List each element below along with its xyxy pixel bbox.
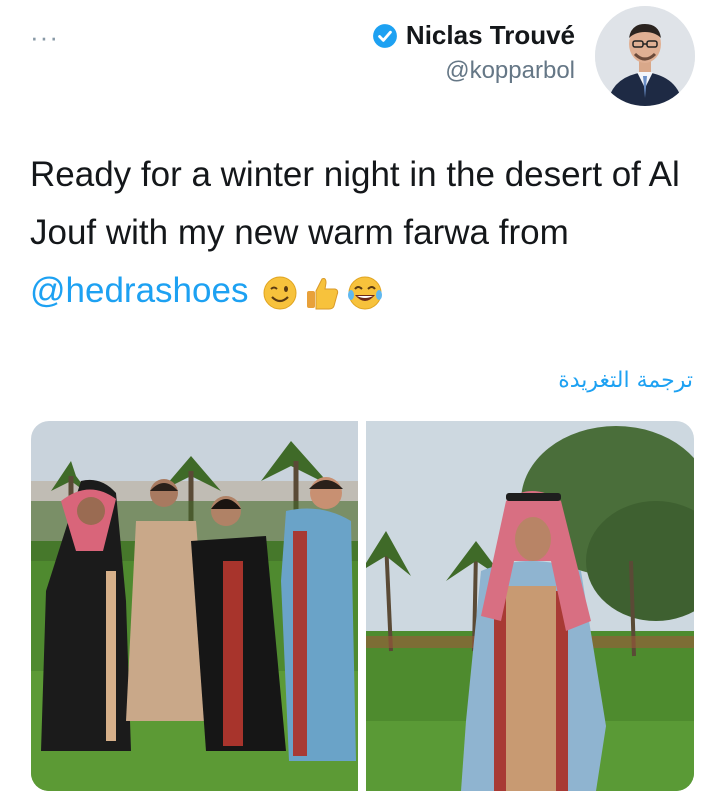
more-options-icon[interactable]: ··· (30, 22, 59, 53)
tweet-text: Ready for a winter night in the desert o… (30, 146, 680, 320)
group-photo-desert-palms-icon (31, 421, 358, 791)
author-display-name[interactable]: Niclas Trouvé (406, 20, 575, 51)
verified-badge-icon (373, 23, 397, 48)
face-with-tears-of-joy-icon (348, 276, 383, 310)
tweet-photo-2[interactable] (366, 421, 694, 791)
mention-link[interactable]: @hedrashoes (30, 271, 248, 310)
author-name-row: Niclas Trouvé (372, 20, 575, 51)
tweet-photo-1[interactable] (31, 421, 358, 791)
translate-tweet-link[interactable]: ترجمة التغريدة (558, 368, 693, 393)
author-block[interactable]: Niclas Trouvé @kopparbol (372, 20, 575, 85)
avatar[interactable] (595, 6, 695, 106)
tweet-card: ··· Niclas Trouvé @kopparbol Ready for a… (0, 0, 725, 800)
winking-face-icon (263, 276, 297, 310)
thumbs-up-icon (307, 277, 339, 310)
man-in-farwa-by-trees-icon (366, 421, 694, 791)
tweet-text-body: Ready for a winter night in the desert o… (30, 155, 680, 252)
author-handle[interactable]: @kopparbol (372, 57, 575, 85)
avatar-person-icon (595, 6, 695, 106)
